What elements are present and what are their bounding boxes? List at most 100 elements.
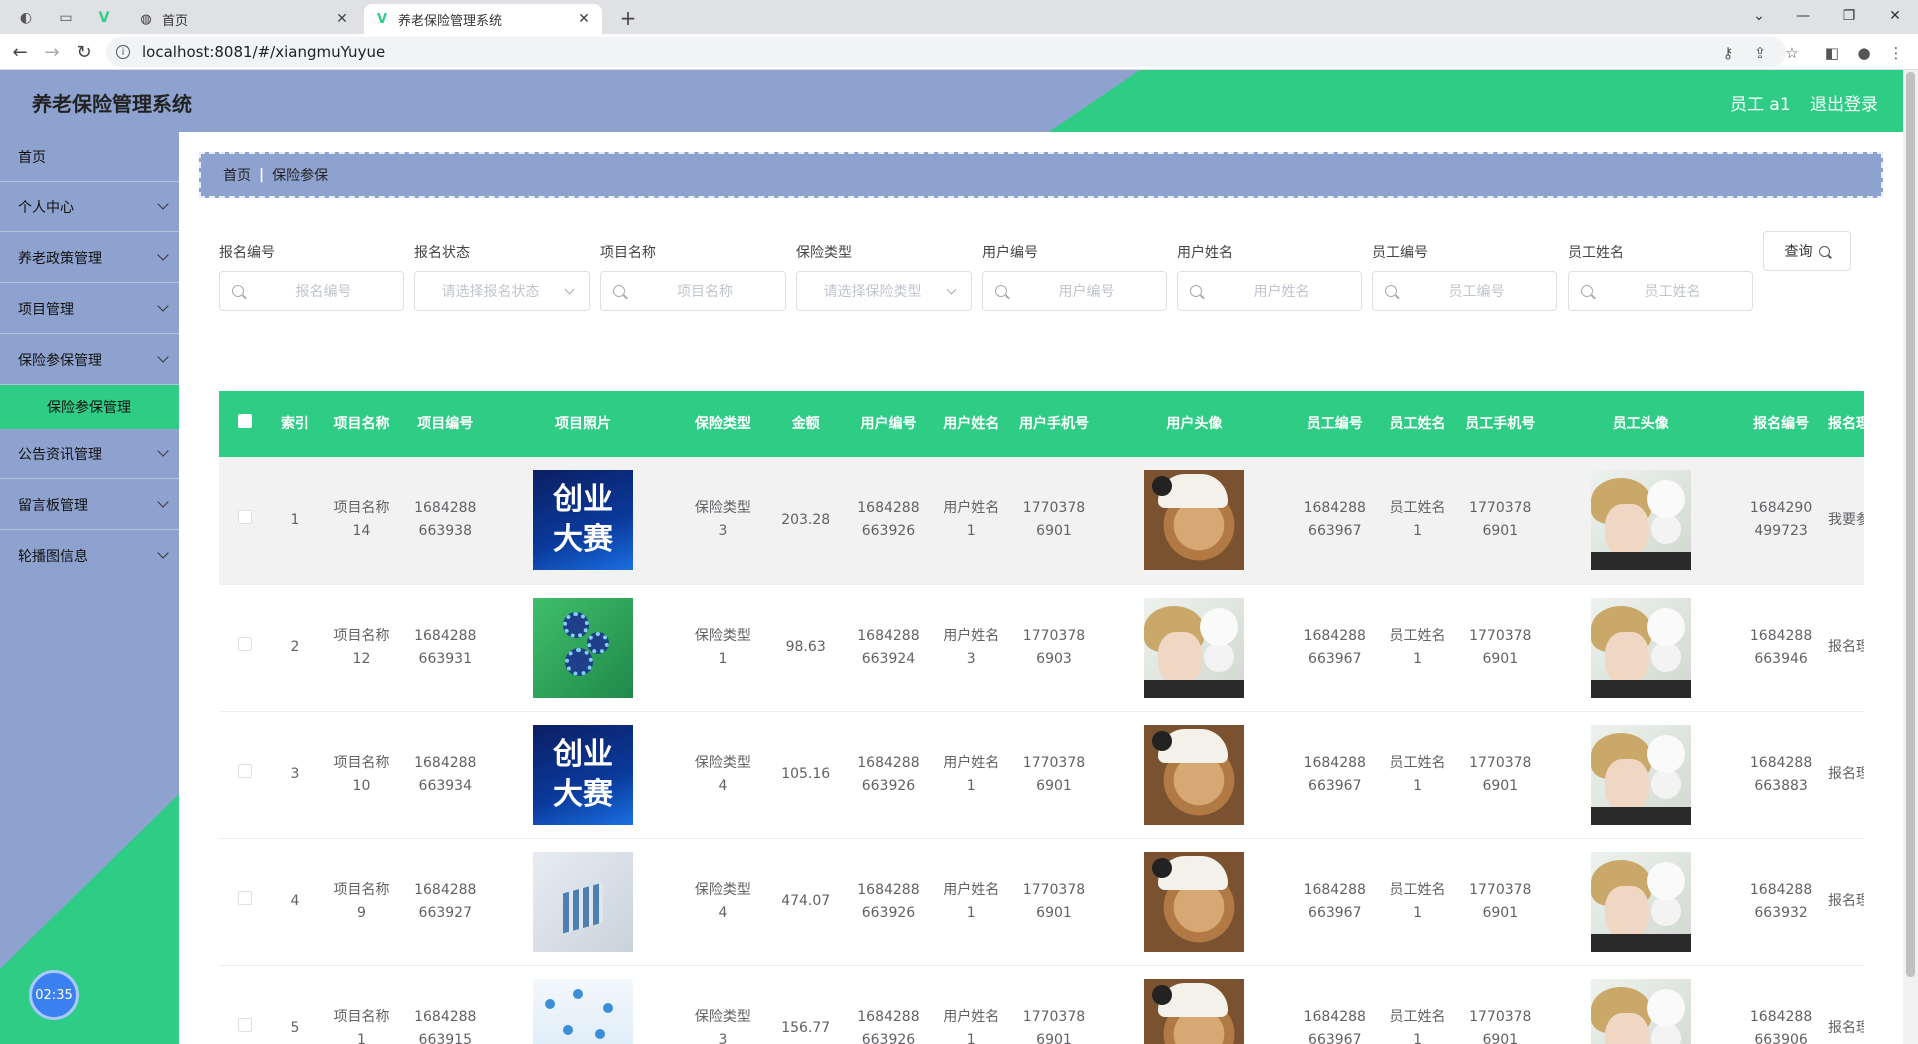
sidebar-subitem-insurance[interactable]: 保险参保管理	[0, 385, 179, 429]
user-name-input[interactable]: 用户姓名	[1177, 271, 1362, 311]
logout-button[interactable]: 退出登录	[1810, 90, 1878, 115]
profile-icon[interactable]: ●	[1852, 41, 1876, 65]
search-label: 员工姓名	[1568, 245, 1624, 261]
table-row[interactable]: 3 项目名称 10 1684288 663934 创业 大赛 保险类型 4 105.16 1…	[219, 711, 1864, 839]
tab-search-dropdown-icon[interactable]: ⌄	[1736, 2, 1782, 30]
tab-search-icon[interactable]: ◐	[12, 5, 40, 31]
insurance-type-select[interactable]: 请选择保险类型	[796, 271, 972, 311]
row-checkbox[interactable]	[219, 584, 272, 712]
reload-icon[interactable]: ↻	[70, 38, 98, 66]
close-icon[interactable]: ✕	[334, 11, 350, 27]
sidebar-item-projects[interactable]: 项目管理	[0, 284, 179, 334]
close-window-button[interactable]: ✕	[1872, 2, 1918, 30]
project-photo-cell	[486, 584, 680, 712]
current-user: 员工 a1	[1730, 95, 1791, 115]
restore-button[interactable]: ❐	[1826, 2, 1872, 30]
table-row[interactable]: 5 项目名称 1 1684288 663915 保险类型 3 156.77 1684288…	[219, 965, 1864, 1044]
staff-phone-cell: 1770378 6901	[1457, 584, 1544, 712]
staff-name-cell: 员工姓名 1	[1377, 965, 1458, 1044]
user-no-cell: 1684288 663926	[845, 965, 932, 1044]
sidebar-item-home[interactable]: 首页	[0, 132, 179, 182]
browser-tabbar: ◐ ▭ V ◍ 首页 ✕ V 养老保险管理系统 ✕ + ⌄ — ❐ ✕	[0, 0, 1918, 34]
browser-tab-active[interactable]: V 养老保险管理系统 ✕	[364, 4, 602, 34]
close-icon[interactable]: ✕	[576, 11, 592, 27]
project-name-input[interactable]: 项目名称	[600, 271, 786, 311]
app-header: 养老保险管理系统 员工 a1 退出登录	[0, 70, 1918, 132]
sidebar-item-insurance[interactable]: 保险参保管理	[0, 335, 179, 385]
select-all-checkbox[interactable]	[219, 391, 272, 457]
staff-phone-cell: 1770378 6901	[1457, 457, 1544, 585]
input-placeholder: 员工姓名	[1644, 284, 1701, 300]
row-checkbox[interactable]	[219, 965, 272, 1044]
table-row[interactable]: 1 项目名称 14 1684288 663938 创业 大赛 保险类型 3 203.28 1…	[219, 457, 1864, 585]
index-cell: 4	[271, 838, 319, 966]
user-no-cell: 1684288 663924	[845, 584, 932, 712]
column-header: 金额	[765, 391, 846, 457]
staff-avatar-cell	[1543, 457, 1739, 585]
back-arrow-icon[interactable]: ←	[6, 38, 34, 66]
column-header: 报名编号	[1738, 391, 1825, 457]
star-icon[interactable]: ☆	[1780, 41, 1804, 65]
search-icon	[995, 285, 1007, 297]
app-title: 养老保险管理系统	[32, 92, 192, 116]
sidebar-decoration	[0, 794, 179, 1044]
sidebar: 首页 个人中心 养老政策管理 项目管理 保险参保管理 保险参保管理 公告资讯管理…	[0, 132, 179, 1044]
sidebar-item-personal-center[interactable]: 个人中心	[0, 182, 179, 232]
reason-cell: 报名理由10	[1824, 711, 1864, 839]
breadcrumb: 首页 | 保险参保	[199, 152, 1883, 198]
scrollbar-thumb[interactable]	[1906, 72, 1915, 977]
row-checkbox[interactable]	[219, 838, 272, 966]
insurance-type-cell: 保险类型 4	[679, 838, 766, 966]
search-label: 用户姓名	[1177, 245, 1233, 261]
user-avatar-cell	[1096, 457, 1292, 585]
avatar	[1590, 724, 1691, 825]
input-placeholder: 项目名称	[677, 284, 733, 300]
query-button[interactable]: 查询	[1763, 231, 1851, 271]
breadcrumb-home[interactable]: 首页	[223, 165, 251, 185]
signup-no-input[interactable]: 报名编号	[219, 271, 404, 311]
tab-blank-icon[interactable]: ▭	[52, 5, 80, 31]
forward-arrow-icon[interactable]: →	[38, 38, 66, 66]
project-photo	[533, 597, 634, 698]
table-row[interactable]: 4 项目名称 9 1684288 663927 保险类型 4 474.07 1684288…	[219, 838, 1864, 966]
insurance-type-cell: 保险类型 4	[679, 711, 766, 839]
signup-status-select[interactable]: 请选择报名状态	[414, 271, 590, 311]
row-checkbox[interactable]	[219, 711, 272, 839]
table-row[interactable]: 2 项目名称 12 1684288 663931 保险类型 1 98.63 1684288…	[219, 584, 1864, 712]
search-label: 报名编号	[219, 245, 275, 261]
avatar	[1590, 470, 1691, 571]
share-icon[interactable]: ⇪	[1748, 41, 1772, 65]
row-checkbox[interactable]	[219, 457, 272, 585]
breadcrumb-separator: |	[259, 167, 265, 183]
sidebar-item-pension-policy[interactable]: 养老政策管理	[0, 233, 179, 283]
column-header: 用户头像	[1096, 391, 1292, 457]
tab-vue-icon[interactable]: V	[90, 5, 118, 31]
clock-badge: 02:35	[29, 970, 79, 1020]
side-panel-icon[interactable]: ◧	[1820, 41, 1844, 65]
user-no-input[interactable]: 用户编号	[982, 271, 1167, 311]
search-icon	[613, 285, 625, 297]
project-name-cell: 项目名称 1	[318, 965, 405, 1044]
staff-no-cell: 1684288 663967	[1291, 838, 1378, 966]
staff-avatar-cell	[1543, 965, 1739, 1044]
address-bar[interactable]: i localhost:8081/#/xiangmuYuyue	[106, 37, 1786, 67]
new-tab-button[interactable]: +	[614, 4, 642, 32]
kebab-menu-icon[interactable]: ⋮	[1884, 41, 1908, 65]
sidebar-item-label: 轮播图信息	[18, 549, 88, 565]
signup-no-cell: 1684290 499723	[1738, 457, 1825, 585]
page-scrollbar[interactable]	[1903, 70, 1918, 1044]
sidebar-item-messages[interactable]: 留言板管理	[0, 480, 179, 530]
staff-name-input[interactable]: 员工姓名	[1568, 271, 1753, 311]
user-phone-cell: 1770378 6901	[1011, 965, 1097, 1044]
key-icon[interactable]: ⚷	[1716, 41, 1740, 65]
sidebar-item-carousel[interactable]: 轮播图信息	[0, 531, 179, 581]
input-placeholder: 员工编号	[1448, 284, 1505, 300]
column-header: 员工头像	[1543, 391, 1739, 457]
minimize-button[interactable]: —	[1780, 2, 1826, 30]
sidebar-item-announcements[interactable]: 公告资讯管理	[0, 429, 179, 479]
info-icon[interactable]: i	[116, 45, 130, 59]
browser-tab-home[interactable]: ◍ 首页 ✕	[128, 4, 360, 34]
staff-no-input[interactable]: 员工编号	[1372, 271, 1557, 311]
staff-phone-cell: 1770378 6901	[1457, 711, 1544, 839]
avatar	[1144, 597, 1245, 698]
